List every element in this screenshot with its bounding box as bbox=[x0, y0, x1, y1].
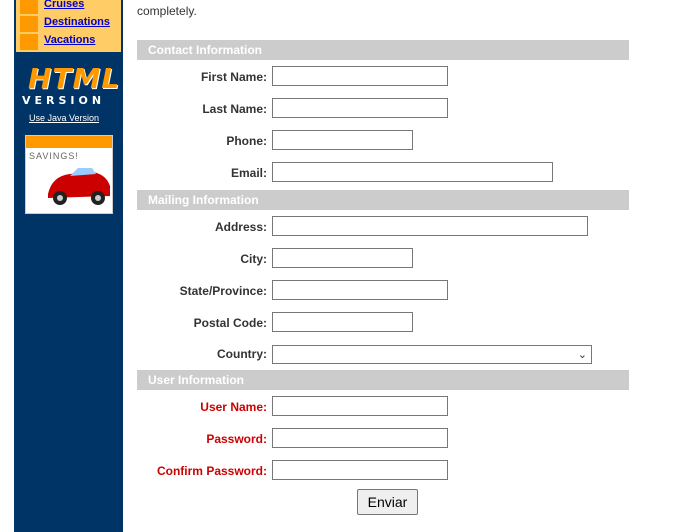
password-input[interactable] bbox=[272, 428, 448, 448]
nav-bullet-icon bbox=[20, 16, 38, 32]
use-java-version-link[interactable]: Use Java Version bbox=[29, 113, 99, 123]
city-label: City: bbox=[240, 252, 267, 266]
confirm-password-label: Confirm Password: bbox=[156, 464, 267, 478]
submit-button[interactable]: Enviar bbox=[357, 489, 418, 515]
logo-html-text: HTML bbox=[28, 62, 121, 95]
phone-input[interactable] bbox=[272, 130, 413, 150]
address-label: Address: bbox=[214, 220, 267, 234]
intro-text: completely. bbox=[137, 4, 197, 18]
state-input[interactable] bbox=[272, 280, 448, 300]
chevron-down-icon: ⌄ bbox=[577, 349, 587, 361]
nav-item-vacations[interactable]: Vacations bbox=[17, 33, 120, 50]
section-mailing-title: Mailing Information bbox=[148, 193, 259, 207]
confirm-password-input[interactable] bbox=[272, 460, 448, 480]
red-car-icon bbox=[48, 168, 110, 205]
nav-bullet-icon bbox=[20, 34, 38, 50]
first-name-input[interactable] bbox=[272, 66, 448, 86]
email-label: Email: bbox=[230, 166, 267, 180]
username-input[interactable] bbox=[272, 396, 448, 416]
email-input[interactable] bbox=[272, 162, 553, 182]
city-input[interactable] bbox=[272, 248, 413, 268]
nav-link-cruises[interactable]: Cruises bbox=[44, 0, 84, 10]
phone-label: Phone: bbox=[226, 134, 267, 148]
section-mailing-header: Mailing Information bbox=[137, 190, 629, 210]
postal-code-input[interactable] bbox=[272, 312, 413, 332]
nav-item-cruises[interactable]: Cruises bbox=[17, 0, 120, 14]
address-input[interactable] bbox=[272, 216, 588, 236]
savings-ad-banner[interactable]: SAVINGS! bbox=[25, 135, 113, 214]
username-label: User Name: bbox=[200, 400, 267, 414]
nav-item-destinations[interactable]: Destinations bbox=[17, 15, 120, 32]
country-label: Country: bbox=[217, 347, 267, 361]
nav-link-vacations[interactable]: Vacations bbox=[44, 34, 95, 46]
password-label: Password: bbox=[206, 432, 267, 446]
section-contact-title: Contact Information bbox=[148, 43, 262, 57]
first-name-label: First Name: bbox=[200, 70, 267, 84]
nav-link-destinations[interactable]: Destinations bbox=[44, 16, 110, 28]
section-user-header: User Information bbox=[137, 370, 629, 390]
country-select[interactable]: ⌄ bbox=[272, 345, 592, 364]
logo-version-text: VERSION bbox=[22, 94, 106, 107]
section-contact-header: Contact Information bbox=[137, 40, 629, 60]
last-name-label: Last Name: bbox=[202, 102, 267, 116]
nav-menu: Cruises Destinations Vacations bbox=[16, 0, 121, 52]
state-label: State/Province: bbox=[179, 284, 267, 298]
nav-bullet-icon bbox=[20, 0, 38, 14]
html-version-logo: HTML VERSION bbox=[22, 62, 119, 108]
postal-code-label: Postal Code: bbox=[193, 316, 267, 330]
section-user-title: User Information bbox=[148, 373, 245, 387]
last-name-input[interactable] bbox=[272, 98, 448, 118]
